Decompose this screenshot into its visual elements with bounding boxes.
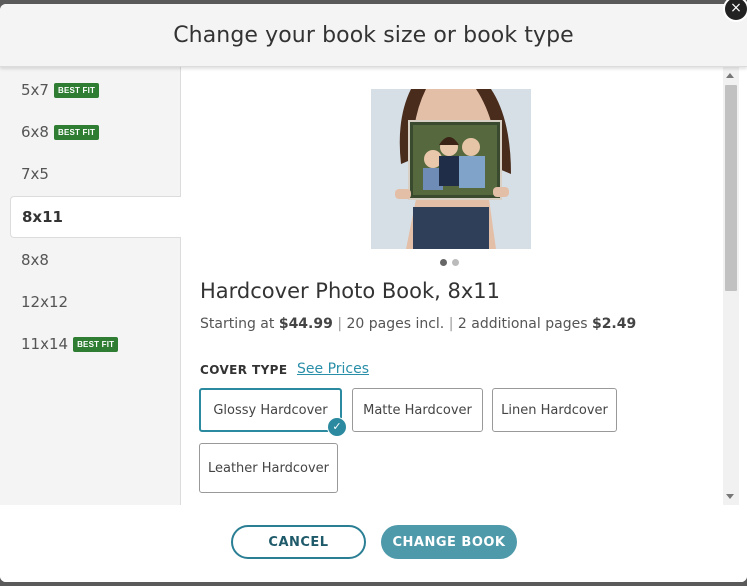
- size-label: 12x12: [21, 293, 69, 311]
- modal-footer: CANCEL CHANGE BOOK: [0, 505, 747, 582]
- cover-option-label: Matte Hardcover: [363, 402, 472, 418]
- best-fit-badge: BEST FIT: [73, 336, 119, 352]
- size-option-5x7[interactable]: 5x7 BEST FIT: [0, 70, 180, 110]
- cover-option-label: Glossy Hardcover: [213, 402, 328, 418]
- size-label: 6x8: [21, 123, 49, 141]
- scroll-thumb[interactable]: [725, 85, 737, 291]
- base-price: $44.99: [278, 316, 333, 332]
- cancel-button[interactable]: CANCEL: [231, 525, 366, 559]
- cover-type-label: COVER TYPE: [200, 363, 288, 377]
- carousel-dot[interactable]: [452, 259, 459, 266]
- size-option-7x5[interactable]: 7x5: [0, 154, 180, 194]
- pricing-summary: Starting at $44.99 | 20 pages incl. | 2 …: [200, 316, 636, 332]
- size-label: 8x11: [22, 208, 63, 226]
- scroll-down-arrow-icon[interactable]: [726, 494, 734, 499]
- cover-option-matte[interactable]: Matte Hardcover: [352, 388, 483, 432]
- size-sidebar: 5x7 BEST FIT 6x8 BEST FIT 7x5 8x11 8x8 1…: [0, 67, 181, 505]
- content-scrollbar[interactable]: [723, 67, 739, 505]
- carousel-dots: [440, 259, 459, 266]
- cover-option-linen[interactable]: Linen Hardcover: [492, 388, 617, 432]
- checkmark-icon: ✓: [327, 417, 347, 437]
- additional-pages-label: 2 additional pages: [457, 316, 588, 332]
- size-option-8x8[interactable]: 8x8: [0, 240, 180, 280]
- separator: |: [337, 316, 343, 332]
- best-fit-badge: BEST FIT: [53, 124, 100, 140]
- size-label: 11x14: [21, 335, 69, 353]
- product-photo-illustration: [371, 89, 531, 249]
- size-label: 7x5: [21, 165, 49, 183]
- cover-option-label: Linen Hardcover: [501, 402, 608, 418]
- best-fit-badge: BEST FIT: [53, 82, 100, 98]
- close-icon[interactable]: ×: [723, 0, 747, 22]
- size-option-6x8[interactable]: 6x8 BEST FIT: [0, 112, 180, 152]
- additional-pages-price: $2.49: [591, 316, 637, 332]
- see-prices-link[interactable]: See Prices: [297, 361, 369, 377]
- change-book-button[interactable]: CHANGE BOOK: [381, 525, 517, 559]
- separator: |: [448, 316, 454, 332]
- change-book-modal: Change your book size or book type 5x7 B…: [0, 4, 747, 582]
- scroll-up-arrow-icon[interactable]: [726, 73, 734, 78]
- size-option-12x12[interactable]: 12x12: [0, 282, 180, 322]
- cover-option-label: Leather Hardcover: [207, 460, 330, 476]
- size-option-8x11[interactable]: 8x11: [10, 196, 181, 238]
- product-details: Hardcover Photo Book, 8x11 Starting at $…: [181, 67, 723, 505]
- modal-header: Change your book size or book type: [0, 4, 747, 67]
- cover-option-leather[interactable]: Leather Hardcover: [199, 443, 338, 493]
- size-label: 5x7: [21, 81, 49, 99]
- modal-title: Change your book size or book type: [173, 22, 574, 48]
- pages-included: 20 pages incl.: [346, 316, 445, 332]
- size-label: 8x8: [21, 251, 49, 269]
- product-title: Hardcover Photo Book, 8x11: [200, 279, 501, 303]
- carousel-dot[interactable]: [440, 259, 447, 266]
- starting-at-label: Starting at: [200, 316, 275, 332]
- cover-option-glossy[interactable]: Glossy Hardcover ✓: [199, 388, 347, 437]
- product-photo[interactable]: [371, 89, 531, 249]
- size-option-11x14[interactable]: 11x14 BEST FIT: [0, 324, 180, 364]
